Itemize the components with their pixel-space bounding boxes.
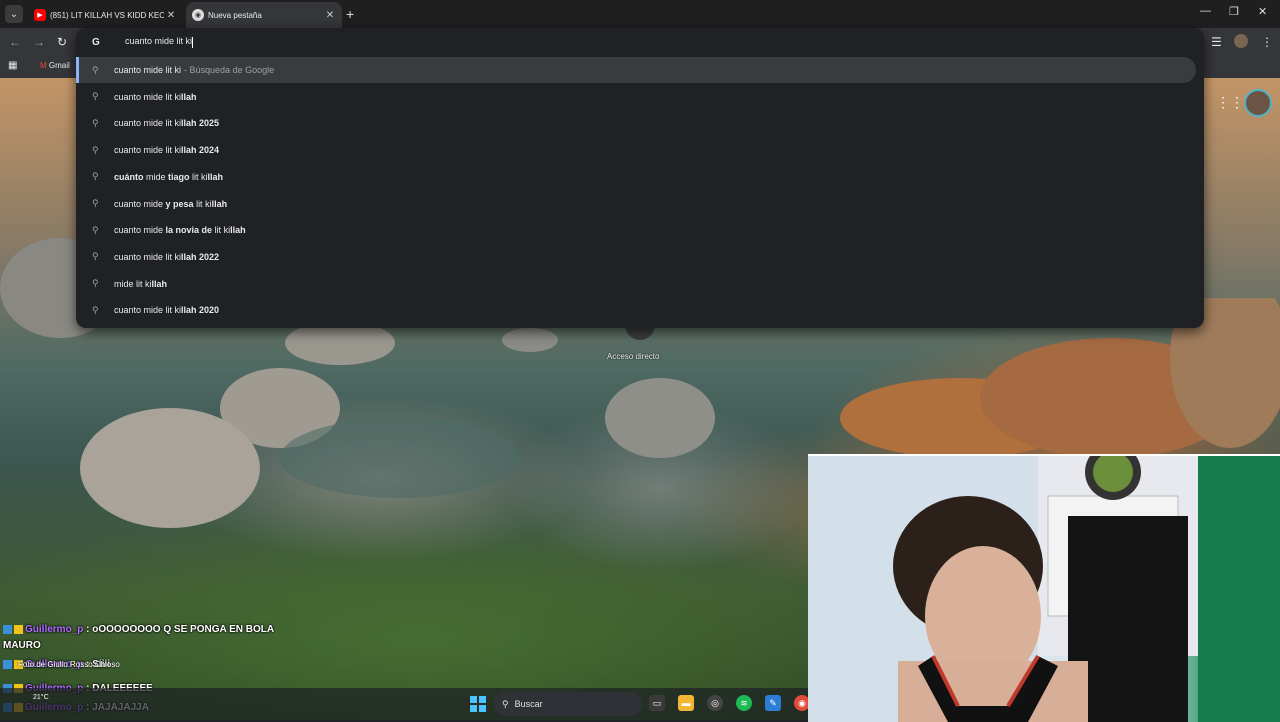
profile-avatar[interactable]: [1234, 34, 1248, 48]
restore-icon[interactable]: ❐: [1229, 5, 1239, 18]
spotify-icon[interactable]: ≋: [736, 695, 752, 711]
tab-title: (851) LIT KILLAH VS KIDD KEO |: [50, 10, 164, 20]
bookmark-gmail[interactable]: M Gmail: [40, 61, 70, 70]
tab-new-tab[interactable]: ◉ Nueva pestaña ✕: [186, 2, 342, 28]
search-icon: ⚲: [92, 91, 99, 102]
back-icon[interactable]: ←: [9, 35, 21, 49]
chat-text: oOOOOOOOO Q SE PONGA EN BOLA: [92, 624, 275, 635]
task-view-icon[interactable]: ▭: [649, 695, 665, 711]
search-icon: ⚲: [92, 171, 99, 182]
search-icon: ⚲: [92, 224, 99, 235]
tab-search-button[interactable]: ⌄: [5, 5, 23, 23]
close-icon[interactable]: ✕: [164, 10, 178, 21]
photo-credit[interactable]: Foto de Giulio Rosso Chioso: [18, 660, 120, 669]
suggestion-item[interactable]: ⚲ cuanto mide lit killah 2024: [76, 137, 1204, 163]
suggestion-text: cuanto mide y pesa lit killah: [114, 198, 228, 209]
suggestion-item[interactable]: ⚲ mide lit killah: [76, 271, 1204, 297]
chrome-icon: ◉: [192, 9, 204, 21]
file-explorer-icon[interactable]: ▬: [678, 695, 694, 711]
suggestion-text: cuanto mide lit killah 2022: [114, 251, 220, 262]
weather-widget[interactable]: 21°C: [33, 694, 49, 701]
suggestion-item[interactable]: ⚲ cuanto mide la novia de lit killah: [76, 217, 1204, 243]
tab-strip: ⌄ ▶ (851) LIT KILLAH VS KIDD KEO | ✕ ◉ N…: [0, 0, 1280, 28]
close-icon[interactable]: ✕: [323, 10, 337, 21]
search-icon: ⚲: [92, 304, 99, 315]
chat-message: Guillermo_p : oOOOOOOOO Q SE PONGA EN BO…: [3, 624, 274, 635]
tab-title: Nueva pestaña: [208, 10, 262, 20]
suggestion-item[interactable]: ⚲ cuanto mide lit killah 2020: [76, 297, 1204, 323]
search-icon: ⚲: [92, 198, 99, 208]
new-tab-button[interactable]: +: [346, 6, 354, 22]
suggestion-item[interactable]: ⚲ cuanto mide lit killah 2025: [76, 110, 1204, 136]
suggestion-text: cuánto mide tiago lit killah: [114, 171, 224, 182]
suggestion-item[interactable]: ⚲ cuanto mide lit killah: [76, 84, 1204, 110]
paint-icon[interactable]: ✎: [765, 695, 781, 711]
search-icon: ⚲: [502, 698, 509, 709]
suggestion-item[interactable]: ⚲ cuanto mide lit killah 2022: [76, 244, 1204, 270]
suggestion-text: cuanto mide la novia de lit killah: [114, 225, 246, 236]
chat-username: Guillermo_p: [25, 624, 84, 635]
search-icon: ⚲: [92, 251, 99, 262]
shortcut-label: Acceso directo: [607, 352, 660, 361]
gmail-icon: M: [40, 61, 47, 70]
suggestion-text: cuanto mide lit killah 2024: [114, 145, 220, 156]
close-window-icon[interactable]: ✕: [1258, 5, 1267, 18]
suggestion-item[interactable]: ⚲ cuánto mide tiago lit killah: [76, 164, 1204, 190]
suggestion-text: cuanto mide lit ki: [114, 65, 182, 75]
youtube-icon: ▶: [34, 9, 46, 21]
forward-icon[interactable]: →: [33, 35, 45, 49]
suggestion-item[interactable]: ⚲ cuanto mide y pesa lit killah: [76, 191, 1204, 217]
minimize-icon[interactable]: —: [1200, 5, 1211, 17]
obs-icon[interactable]: ◎: [707, 695, 723, 711]
suggestion-item[interactable]: ⚲ cuanto mide lit ki - Búsqueda de Google: [76, 57, 1196, 83]
search-icon: ⚲: [92, 64, 99, 75]
google-icon: G: [92, 36, 100, 48]
account-avatar[interactable]: [1244, 89, 1272, 117]
suggestion-hint: - Búsqueda de Google: [184, 65, 275, 75]
chat-message: MAURO: [3, 640, 41, 651]
streamer-camera-feed: [808, 456, 1280, 722]
address-input[interactable]: cuanto mide lit ki: [125, 36, 194, 48]
suggestion-text: cuanto mide lit killah 2025: [114, 118, 220, 129]
search-icon: ⚲: [92, 144, 99, 155]
menu-icon[interactable]: ⋮: [1261, 35, 1273, 49]
apps-icon[interactable]: ▦: [8, 60, 17, 71]
google-apps-icon[interactable]: ⋮⋮: [1216, 94, 1244, 111]
search-icon: ⚲: [92, 278, 99, 289]
chat-badge-icon: [3, 659, 12, 669]
search-icon: ⚲: [92, 117, 99, 128]
address-bar[interactable]: G cuanto mide lit ki: [76, 28, 1204, 56]
omnibox-dropdown: G cuanto mide lit ki ⚲ cuanto mide lit ki…: [76, 28, 1204, 328]
chat-badge-icon: [14, 624, 23, 634]
suggestion-text: mide lit killah: [114, 278, 168, 289]
windows-start-icon[interactable]: [470, 696, 486, 712]
taskbar-search[interactable]: ⚲ Buscar: [494, 692, 642, 716]
chat-text: MAURO: [3, 640, 41, 651]
webcam-overlay: [808, 454, 1280, 722]
tab-groups-icon[interactable]: ☰: [1211, 35, 1222, 49]
reload-icon[interactable]: ↻: [57, 35, 67, 49]
suggestion-text: cuanto mide lit killah: [114, 91, 197, 102]
chat-badge-icon: [3, 624, 12, 634]
suggestion-text: cuanto mide lit killah 2020: [114, 305, 220, 316]
tab-youtube[interactable]: ▶ (851) LIT KILLAH VS KIDD KEO | ✕: [28, 2, 183, 28]
